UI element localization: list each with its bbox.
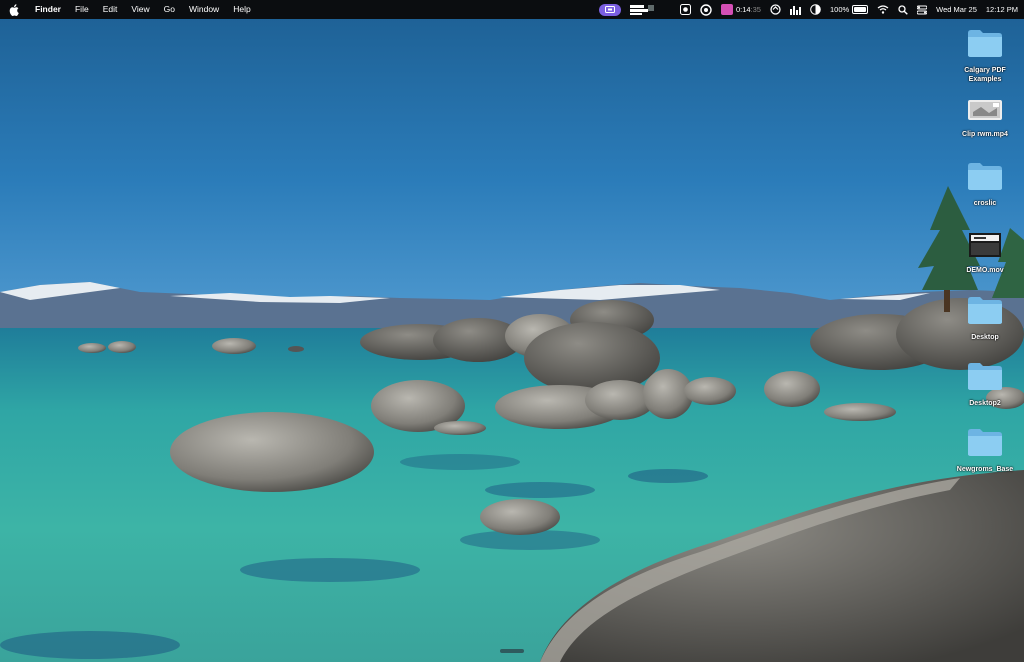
dock-indicator: [500, 649, 524, 653]
folder-icon: [967, 161, 1003, 196]
menu-view[interactable]: View: [124, 0, 156, 19]
desktop-item-calgary-pdf-examples[interactable]: Calgary PDF Examples: [953, 28, 1017, 84]
menu-edit[interactable]: Edit: [96, 0, 125, 19]
desktop-item-croslic[interactable]: croslic: [953, 161, 1017, 208]
menubar-time[interactable]: 12:12 PM: [986, 5, 1018, 14]
battery-icon: [852, 5, 869, 14]
menu-bar: Finder File Edit View Go Window Help 0:1…: [0, 0, 1024, 19]
folder-icon: [967, 28, 1003, 63]
menu-go[interactable]: Go: [157, 0, 182, 19]
menu-file[interactable]: File: [68, 0, 96, 19]
desktop-item-demo-mov[interactable]: DEMO.mov: [953, 232, 1017, 275]
video-thumbnail-icon: [968, 232, 1002, 263]
apple-logo-icon[interactable]: [0, 3, 28, 16]
folder-icon: [967, 361, 1003, 396]
timer-dim: :35: [750, 5, 761, 14]
desktop-item-label: Calgary PDF Examples: [964, 67, 1006, 83]
menubar-date[interactable]: Wed Mar 25: [936, 5, 977, 14]
desktop-item-label: Newgroms_Base: [956, 466, 1014, 473]
folder-icon: [967, 295, 1003, 330]
desktop-item-label: Desktop: [971, 334, 999, 341]
video-thumbnail-icon: [967, 98, 1003, 127]
timer-icon: [720, 4, 733, 15]
battery-percent: 100%: [829, 5, 850, 14]
desktop-wallpaper: [0, 0, 1024, 662]
screen-record-icon[interactable]: [598, 0, 621, 19]
menu-help[interactable]: Help: [226, 0, 257, 19]
chart-icon[interactable]: [789, 0, 801, 19]
wifi-icon[interactable]: [877, 0, 889, 19]
desktop-item-label: croslic: [973, 200, 997, 207]
camera-icon[interactable]: [679, 0, 691, 19]
control-center-icon[interactable]: [917, 0, 928, 19]
menu-window[interactable]: Window: [182, 0, 226, 19]
contrast-icon[interactable]: [810, 0, 821, 19]
desktop-item-desktop[interactable]: Desktop: [953, 295, 1017, 342]
desktop-item-label: DEMO.mov: [966, 267, 1004, 274]
search-icon[interactable]: [898, 0, 908, 19]
desktop-item-clip-rwm[interactable]: Clip rwm.mp4: [953, 98, 1017, 139]
folder-icon: [967, 427, 1003, 462]
desktop-item-label: Clip rwm.mp4: [962, 131, 1008, 138]
battery-status[interactable]: 100%: [829, 5, 869, 14]
menu-finder[interactable]: Finder: [28, 0, 68, 19]
color-wheel-icon[interactable]: [700, 0, 712, 19]
desktop-item-desktop2[interactable]: Desktop2: [953, 361, 1017, 408]
desktop-item-newgroms-base[interactable]: Newgroms_Base: [953, 427, 1017, 474]
timer-status[interactable]: 0:14:35: [720, 4, 761, 15]
desktop-item-label: Desktop2: [969, 400, 1001, 407]
sync-icon[interactable]: [770, 0, 781, 19]
timer-value: 0:14: [735, 5, 751, 14]
screen-share-icon[interactable]: [629, 0, 656, 19]
